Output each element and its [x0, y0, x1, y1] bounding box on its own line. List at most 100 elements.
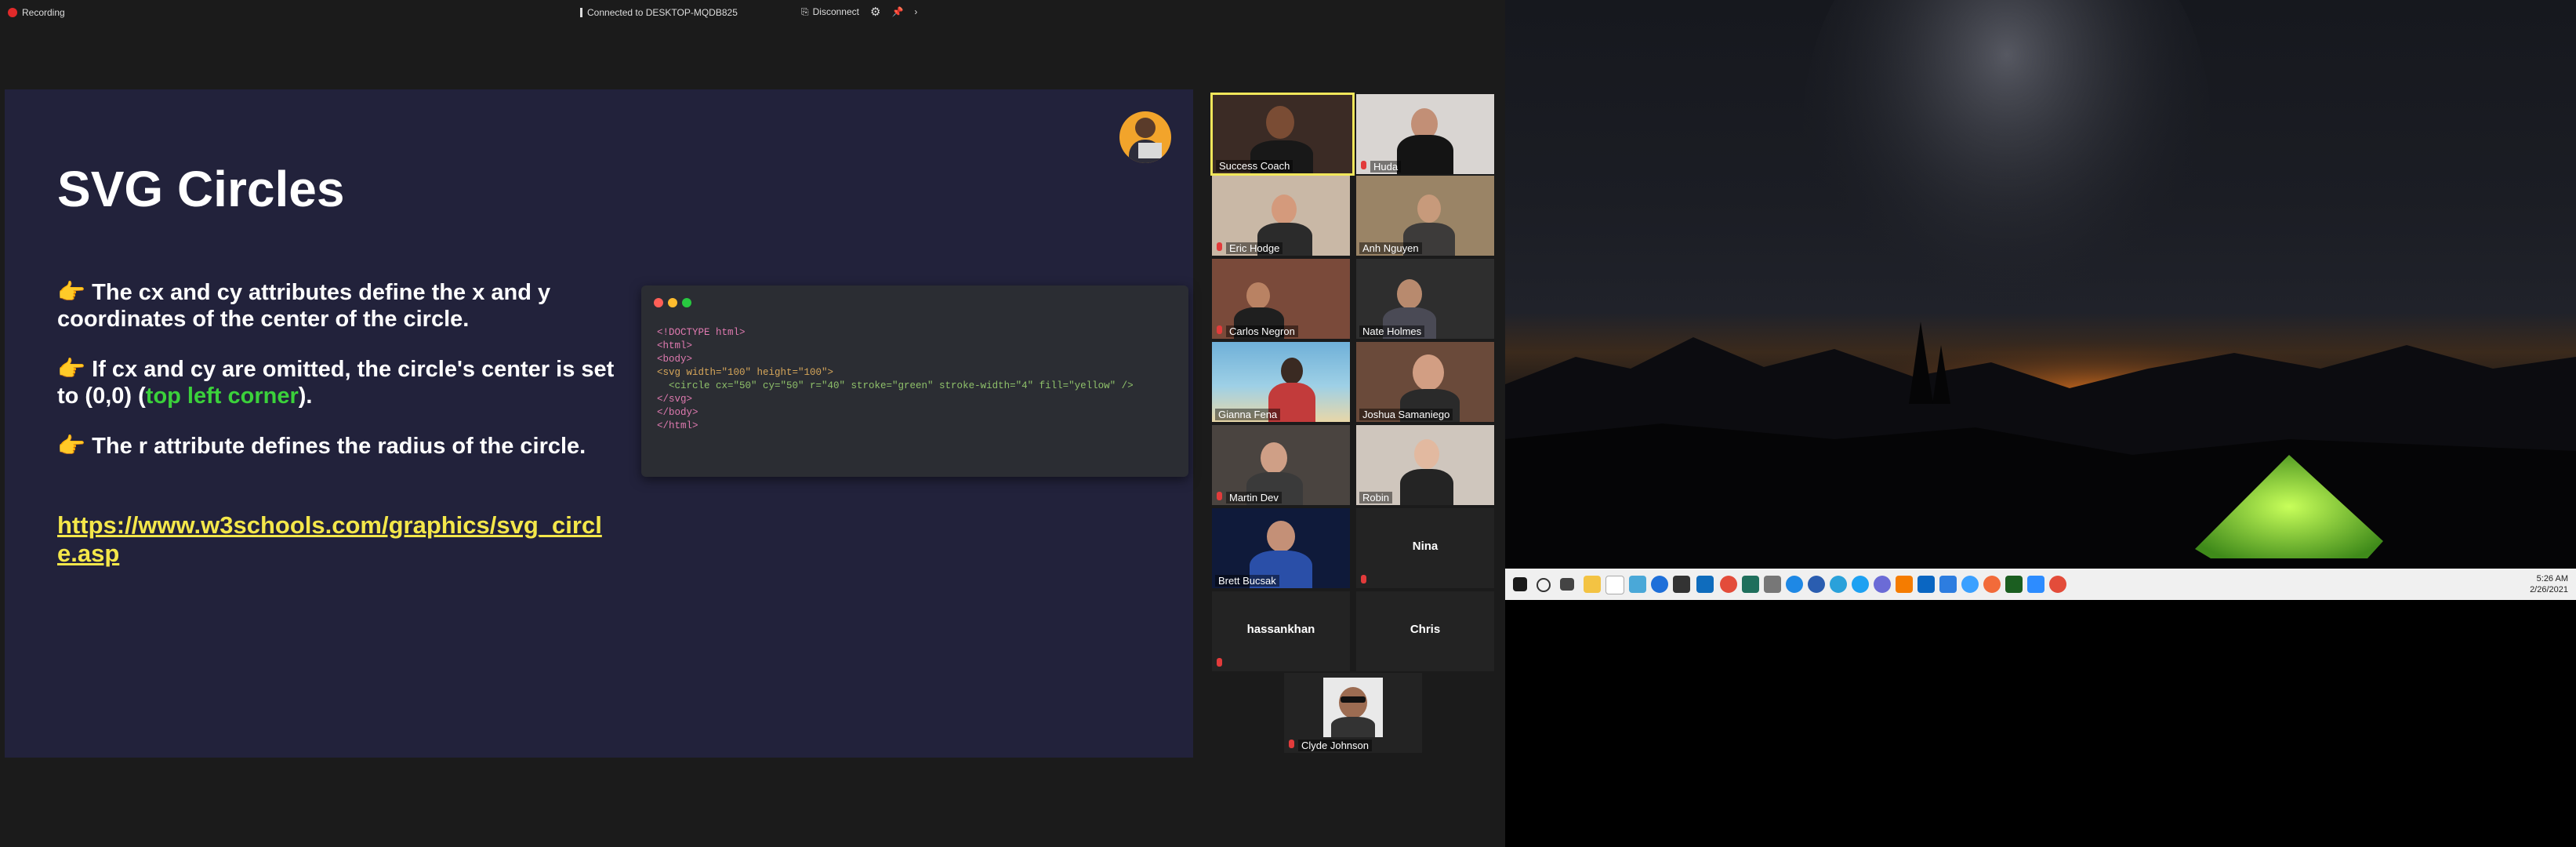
close-dot-icon [654, 298, 663, 307]
disconnect-button[interactable]: ⎘ Disconnect [801, 6, 859, 18]
bullet-omitted: 👉 If cx and cy are omitted, the circle's… [57, 356, 622, 409]
code-window: <!DOCTYPE html> <html> <body> <svg width="1… [641, 285, 1188, 477]
mail-icon[interactable] [1696, 576, 1714, 593]
code-line: <circle cx="50" cy="50" r="40" stroke="g… [657, 380, 1134, 391]
muted-mic-icon [1361, 161, 1366, 169]
connection-label: Connected to DESKTOP-MQDB825 [587, 7, 738, 18]
muted-mic-icon [1217, 658, 1222, 667]
participant-name: Eric Hodge [1226, 242, 1283, 254]
code-block: <!DOCTYPE html> <html> <body> <svg width="1… [657, 326, 1134, 433]
participant-tile-joshua-samaniego[interactable]: Joshua Samaniego [1356, 342, 1494, 422]
muted-mic-icon [1217, 242, 1222, 251]
remote-controls: ⎘ Disconnect ⚙ 📌 › [801, 5, 917, 19]
sublime-icon[interactable] [1896, 576, 1913, 593]
participant-photo [1323, 678, 1383, 737]
participant-tile-gianna-fena[interactable]: Gianna Fena [1212, 342, 1350, 422]
participant-name: Brett Bucsak [1215, 575, 1279, 587]
bullet-cx-cy: 👉 The cx and cy attributes define the x … [57, 280, 551, 332]
settings-gear-icon[interactable]: ⚙ [870, 5, 880, 19]
chrome-icon[interactable] [1720, 576, 1737, 593]
clock-date: 2/26/2021 [2530, 585, 2568, 594]
chrome-profile-icon[interactable] [2049, 576, 2066, 593]
participant-name: Carlos Negron [1226, 325, 1298, 337]
participant-name: Anh Nguyen [1359, 242, 1422, 254]
code-line: </html> [657, 420, 698, 431]
task-view-icon[interactable] [1560, 578, 1574, 591]
participant-tile-eric-hodge[interactable]: Eric Hodge [1212, 176, 1350, 256]
muted-mic-icon [1361, 575, 1366, 583]
participant-name: Martin Dev [1226, 492, 1282, 503]
telegram-icon[interactable] [1830, 576, 1847, 593]
code-line: <body> [657, 354, 693, 365]
twitter-icon[interactable] [1852, 576, 1869, 593]
participant-name: Robin [1359, 492, 1392, 503]
participant-name: Clyde Johnson [1298, 740, 1372, 751]
shared-slide: SVG Circles 👉 The cx and cy attributes d… [5, 89, 1193, 758]
chevron-right-icon[interactable]: › [914, 6, 917, 17]
desktop-wallpaper [1505, 0, 2576, 569]
participant-name: Nina [1412, 540, 1439, 553]
participant-tile-carlos-negron[interactable]: Carlos Negron [1212, 259, 1350, 339]
bullet-radius: 👉 The r attribute defines the radius of … [57, 434, 586, 459]
vscode-icon[interactable] [1939, 576, 1957, 593]
participant-name: Huda [1370, 161, 1402, 173]
bullet-omitted-text: 👉 If cx and cy are omitted, the circle's… [57, 357, 615, 409]
settings-app-icon[interactable] [1874, 576, 1891, 593]
code-line: </svg> [657, 394, 693, 405]
code-line: <!DOCTYPE html> [657, 327, 746, 338]
windows-taskbar: 5:26 AM 2/26/2021 [1505, 569, 2576, 600]
presenter-avatar [1119, 111, 1171, 163]
app-icon[interactable] [1764, 576, 1781, 593]
linkedin-icon[interactable] [1917, 576, 1935, 593]
bullet-highlight: top left corner [145, 384, 299, 409]
zoom-window: Recording Connected to DESKTOP-MQDB825 ⎘… [0, 0, 1505, 847]
lightning-app-icon[interactable] [1961, 576, 1979, 593]
postman-icon[interactable] [1983, 576, 2001, 593]
participant-tile-success-coach[interactable]: Success Coach [1210, 93, 1355, 176]
participant-tile-chris[interactable]: Chris [1356, 591, 1494, 671]
pin-icon[interactable]: 📌 [891, 6, 903, 17]
search-icon[interactable] [1537, 578, 1551, 592]
muted-mic-icon [1217, 325, 1222, 334]
zoom-icon[interactable] [2027, 576, 2044, 593]
participant-tile-huda[interactable]: Huda [1356, 94, 1494, 174]
participant-tile-clyde-johnson[interactable]: Clyde Johnson [1284, 673, 1422, 753]
connection-bar-icon [580, 8, 582, 17]
participant-tile-martin-dev[interactable]: Martin Dev [1212, 425, 1350, 505]
black-area [1505, 600, 2576, 847]
disconnect-icon: ⎘ [801, 5, 809, 17]
participant-tile-nina[interactable]: Nina [1356, 508, 1494, 588]
participant-tile-robin[interactable]: Robin [1356, 425, 1494, 505]
participant-name: Gianna Fena [1215, 409, 1281, 420]
terminal-app-icon[interactable] [1742, 576, 1759, 593]
code-line: <svg width="100" height="100"> [657, 367, 834, 378]
clock-time: 5:26 AM [2536, 574, 2568, 583]
participant-tile-brett-bucsak[interactable]: Brett Bucsak [1212, 508, 1350, 588]
messenger-icon[interactable] [1786, 576, 1803, 593]
system-clock[interactable]: 5:26 AM 2/26/2021 [2530, 573, 2568, 595]
participant-tile-nate-holmes[interactable]: Nate Holmes [1356, 259, 1494, 339]
participant-name: hassankhan [1246, 623, 1315, 636]
bullet-omitted-end: ). [298, 384, 313, 409]
green-app-icon[interactable] [2005, 576, 2023, 593]
night-sky-tent-image [1505, 0, 2576, 569]
file-explorer-icon[interactable] [1584, 576, 1601, 593]
recording-indicator[interactable]: Recording [8, 7, 65, 18]
participant-name: Chris [1410, 623, 1441, 636]
notepad-icon[interactable] [1605, 576, 1624, 594]
globe-app-icon[interactable] [1629, 576, 1646, 593]
participant-tile-anh-nguyen[interactable]: Anh Nguyen [1356, 176, 1494, 256]
muted-mic-icon [1217, 492, 1222, 500]
disconnect-label: Disconnect [812, 6, 859, 17]
code-line: </body> [657, 407, 698, 418]
maximize-dot-icon [682, 298, 691, 307]
code-line: <html> [657, 340, 693, 351]
windows-start-icon[interactable] [1513, 577, 1527, 591]
store-icon[interactable] [1673, 576, 1690, 593]
participant-name: Nate Holmes [1359, 325, 1425, 337]
w3schools-link[interactable]: https://www.w3schools.com/graphics/svg_c… [57, 511, 622, 568]
edge-icon[interactable] [1651, 576, 1668, 593]
signal-icon[interactable] [1808, 576, 1825, 593]
participant-tile-hassankhan[interactable]: hassankhan [1212, 591, 1350, 671]
participant-name: Success Coach [1216, 160, 1293, 172]
